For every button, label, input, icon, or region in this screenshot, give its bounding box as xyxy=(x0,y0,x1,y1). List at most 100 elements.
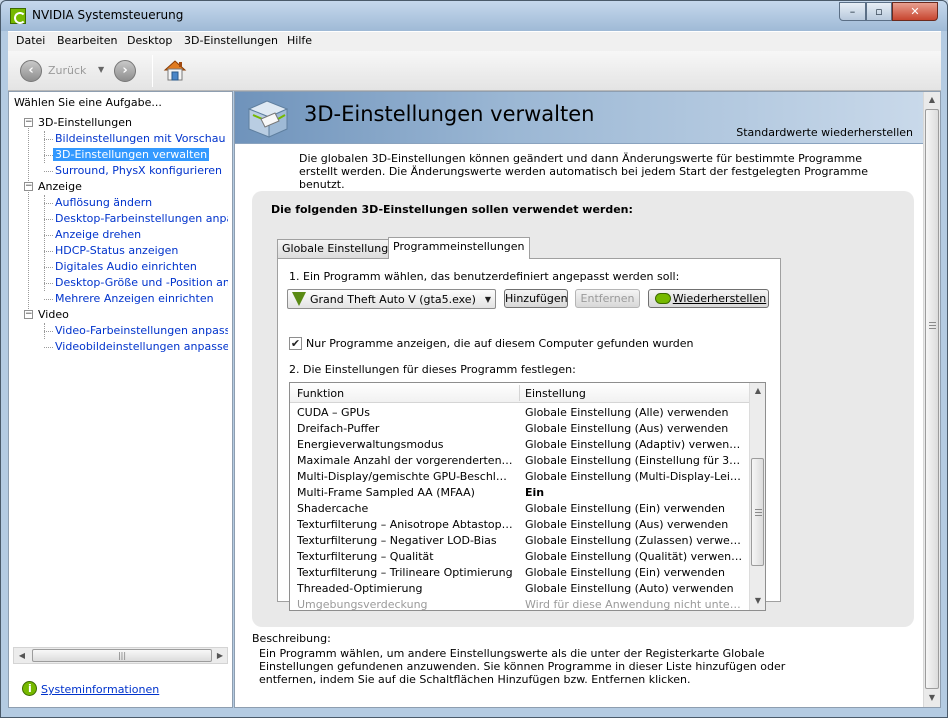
home-icon[interactable] xyxy=(162,57,188,83)
table-row[interactable]: Multi-Frame Sampled AA (MFAA) Ein xyxy=(290,485,749,501)
table-row[interactable]: Multi-Display/gemischte GPU-Beschleunigu… xyxy=(290,469,749,485)
restore-button-label: Wiederherstellen xyxy=(672,292,767,305)
program-select-value: Grand Theft Auto V (gta5.exe) xyxy=(310,293,476,306)
sidebar-item-video-farbe[interactable]: Video-Farbeinstellungen anpassen xyxy=(9,323,228,339)
back-button-label[interactable]: Zurück xyxy=(48,64,86,77)
cell-funktion: Maximale Anzahl der vorgerenderten Einz.… xyxy=(297,454,513,467)
restore-program-button[interactable]: Wiederherstellen xyxy=(648,289,769,308)
show-found-programs-checkbox[interactable]: ✔ xyxy=(289,337,302,350)
settings-group: Die folgenden 3D-Einstellungen sollen ve… xyxy=(252,191,914,627)
table-vertical-scrollbar[interactable]: ▲ ▼ xyxy=(749,383,765,610)
sidebar-item-label: Mehrere Anzeigen einrichten xyxy=(55,292,214,305)
sidebar-item-surround[interactable]: Surround, PhysX konfigurieren xyxy=(9,163,228,179)
table-row[interactable]: Texturfilterung – Anisotrope Abtastoptim… xyxy=(290,517,749,533)
menu-hilfe[interactable]: Hilfe xyxy=(287,34,312,47)
add-program-button[interactable]: Hinzufügen xyxy=(504,289,568,308)
task-tree: − 3D-Einstellungen Bildeinstellungen mit… xyxy=(9,115,228,651)
restore-defaults-link[interactable]: Standardwerte wiederherstellen xyxy=(736,126,913,139)
scroll-thumb[interactable]: ||| xyxy=(32,649,212,662)
back-arrow-icon[interactable]: ‹ xyxy=(20,60,42,82)
toolbar: ‹ Zurück ▼ › xyxy=(8,51,941,91)
menu-datei[interactable]: Datei xyxy=(16,34,45,47)
table-body: CUDA – GPUs Globale Einstellung (Alle) ve… xyxy=(290,405,749,610)
sidebar-item-hdcp[interactable]: HDCP-Status anzeigen xyxy=(9,243,228,259)
step2-label: 2. Die Einstellungen für dieses Programm… xyxy=(289,363,576,376)
main-vertical-scrollbar[interactable]: ▲ ▼ xyxy=(923,92,940,707)
column-header-einstellung[interactable]: Einstellung xyxy=(525,387,586,400)
table-row[interactable]: CUDA – GPUs Globale Einstellung (Alle) ve… xyxy=(290,405,749,421)
collapse-icon[interactable]: − xyxy=(24,310,33,319)
table-row[interactable]: Umgebungsverdeckung Wird für diese Anwend… xyxy=(290,597,749,610)
table-row[interactable]: Texturfilterung – Qualität Globale Einste… xyxy=(290,549,749,565)
nvidia-app-icon xyxy=(10,8,26,24)
menu-bar: Datei Bearbeiten Desktop 3D-Einstellunge… xyxy=(8,31,941,51)
scroll-left-icon[interactable]: ◀ xyxy=(14,648,30,663)
sidebar-item-desktop-farbe[interactable]: Desktop-Farbeinstellungen anpasse xyxy=(9,211,228,227)
tree-line xyxy=(44,139,53,140)
scroll-up-icon[interactable]: ▲ xyxy=(924,92,940,108)
cell-einstellung: Globale Einstellung (Auto) verwenden xyxy=(525,582,734,595)
cell-einstellung: Globale Einstellung (Aus) verwenden xyxy=(525,422,729,435)
show-found-programs-label[interactable]: Nur Programme anzeigen, die auf diesem C… xyxy=(306,337,694,350)
tree-line xyxy=(44,283,53,284)
table-row[interactable]: Maximale Anzahl der vorgerenderten Einz.… xyxy=(290,453,749,469)
sidebar-item-audio[interactable]: Digitales Audio einrichten xyxy=(9,259,228,275)
group-title: Die folgenden 3D-Einstellungen sollen ve… xyxy=(271,203,633,216)
tree-line xyxy=(44,299,53,300)
column-header-funktion[interactable]: Funktion xyxy=(297,387,344,400)
title-bar[interactable]: NVIDIA Systemsteuerung – ▫ ✕ xyxy=(1,1,947,31)
tree-category-3d[interactable]: − 3D-Einstellungen xyxy=(9,115,228,131)
table-row[interactable]: Texturfilterung – Negativer LOD-Bias Glob… xyxy=(290,533,749,549)
table-row[interactable]: Dreifach-Puffer Globale Einstellung (Aus)… xyxy=(290,421,749,437)
cell-funktion: Texturfilterung – Qualität xyxy=(297,550,434,563)
menu-bearbeiten[interactable]: Bearbeiten xyxy=(57,34,117,47)
nvidia-program-icon xyxy=(292,292,306,306)
task-heading: Wählen Sie eine Aufgabe... xyxy=(14,96,162,109)
table-row[interactable]: Texturfilterung – Trilineare Optimierung… xyxy=(290,565,749,581)
sidebar-item-anzeige-drehen[interactable]: Anzeige drehen xyxy=(9,227,228,243)
sidebar-item-label: Surround, PhysX konfigurieren xyxy=(55,164,223,177)
tree-line xyxy=(44,155,53,156)
program-select[interactable]: Grand Theft Auto V (gta5.exe) ▼ xyxy=(287,289,496,309)
collapse-icon[interactable]: − xyxy=(24,118,33,127)
menu-3d-einstellungen[interactable]: 3D-Einstellungen xyxy=(184,34,278,47)
scroll-down-icon[interactable]: ▼ xyxy=(924,690,940,706)
scroll-thumb[interactable] xyxy=(925,109,939,689)
cell-einstellung: Globale Einstellung (Zulassen) verwenden xyxy=(525,534,743,547)
sidebar-item-videobild[interactable]: Videobildeinstellungen anpassen xyxy=(9,339,228,355)
system-info-icon[interactable] xyxy=(22,681,37,696)
column-divider[interactable] xyxy=(519,385,520,401)
minimize-button[interactable]: – xyxy=(839,2,866,21)
maximize-button[interactable]: ▫ xyxy=(866,2,892,21)
menu-desktop[interactable]: Desktop xyxy=(127,34,172,47)
table-row[interactable]: Energieverwaltungsmodus Globale Einstellu… xyxy=(290,437,749,453)
table-row[interactable]: Threaded-Optimierung Globale Einstellung … xyxy=(290,581,749,597)
tree-line xyxy=(44,347,53,348)
remove-program-button[interactable]: Entfernen xyxy=(575,289,640,308)
sidebar-item-label: HDCP-Status anzeigen xyxy=(55,244,179,257)
table-row[interactable]: Shadercache Globale Einstellung (Ein) ver… xyxy=(290,501,749,517)
tree-category-video[interactable]: − Video xyxy=(9,307,228,323)
sidebar-item-bildeinstellungen[interactable]: Bildeinstellungen mit Vorschau anpas xyxy=(9,131,228,147)
close-button[interactable]: ✕ xyxy=(892,2,938,21)
collapse-icon[interactable]: − xyxy=(24,182,33,191)
cell-funktion: CUDA – GPUs xyxy=(297,406,370,419)
sidebar-item-mehrere-anzeigen[interactable]: Mehrere Anzeigen einrichten xyxy=(9,291,228,307)
tab-programmeinstellungen[interactable]: Programmeinstellungen xyxy=(388,237,530,259)
history-dropdown-icon[interactable]: ▼ xyxy=(98,65,104,74)
chevron-down-icon: ▼ xyxy=(484,295,491,304)
forward-arrow-icon[interactable]: › xyxy=(114,60,136,82)
sidebar-horizontal-scrollbar[interactable]: ◀ ||| ▶ xyxy=(13,647,228,664)
sidebar-item-3d-verwalten[interactable]: 3D-Einstellungen verwalten xyxy=(9,147,228,163)
sidebar-item-desktop-groesse[interactable]: Desktop-Größe und -Position anpas xyxy=(9,275,228,291)
tree-line xyxy=(44,203,53,204)
intro-text: Die globalen 3D-Einstellungen können geä… xyxy=(299,152,868,191)
scroll-up-icon[interactable]: ▲ xyxy=(750,383,765,399)
tree-category-anzeige[interactable]: − Anzeige xyxy=(9,179,228,195)
scroll-thumb[interactable] xyxy=(751,458,764,566)
sidebar-item-aufloesung[interactable]: Auflösung ändern xyxy=(9,195,228,211)
system-info-link[interactable]: Systeminformationen xyxy=(41,683,159,696)
scroll-right-icon[interactable]: ▶ xyxy=(212,648,228,663)
scroll-down-icon[interactable]: ▼ xyxy=(750,593,765,609)
tree-line xyxy=(44,331,53,332)
